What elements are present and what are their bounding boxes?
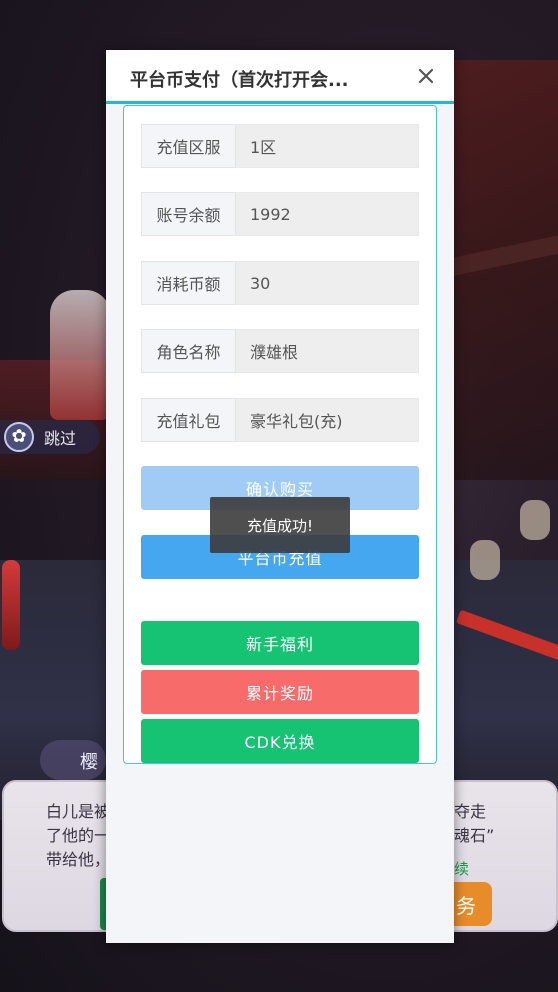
- cost-row: 消耗币额 30: [141, 261, 419, 305]
- cdk-redeem-button[interactable]: CDK兑换: [141, 719, 419, 763]
- success-toast: 充值成功!: [210, 497, 350, 553]
- skip-button[interactable]: ✿ 跳过: [0, 420, 100, 454]
- lantern: [470, 540, 500, 580]
- skip-label: 跳过: [44, 429, 77, 448]
- fox-character: [50, 290, 110, 420]
- cumulative-reward-button[interactable]: 累计奖励: [141, 670, 419, 714]
- speaker-name: 樱: [80, 752, 98, 773]
- modal-header: 平台币支付（首次打开会...: [106, 50, 454, 104]
- server-value: 1区: [236, 124, 419, 168]
- gift-label: 充值礼包: [141, 398, 236, 442]
- role-row: 角色名称 濮雄根: [141, 329, 419, 373]
- server-row: 充值区服 1区: [141, 124, 419, 168]
- gift-row: 充值礼包 豪华礼包(充): [141, 398, 419, 442]
- balance-row: 账号余额 1992: [141, 192, 419, 236]
- payment-modal: 平台币支付（首次打开会... 充值区服 1区 账号余额 1992 消耗币额 30…: [106, 50, 454, 943]
- newbie-welfare-button[interactable]: 新手福利: [141, 621, 419, 665]
- dialog-text-left: 白儿是被 了他的一 带给他，: [46, 800, 108, 872]
- cost-value: 30: [236, 261, 419, 305]
- dialog-line: 夺走: [454, 802, 487, 821]
- role-label: 角色名称: [141, 329, 236, 373]
- cost-label: 消耗币额: [141, 261, 236, 305]
- close-icon: [418, 68, 434, 84]
- dialog-line: 了他的一: [46, 826, 108, 845]
- red-tassel: [2, 560, 20, 650]
- dialog-line: 魂石”: [454, 826, 495, 845]
- dialog-line: 白儿是被: [46, 802, 108, 821]
- close-button[interactable]: [412, 62, 440, 90]
- gift-value: 豪华礼包(充): [236, 398, 419, 442]
- server-label: 充值区服: [141, 124, 236, 168]
- task-button[interactable]: 务: [454, 882, 492, 926]
- payment-form: 充值区服 1区 账号余额 1992 消耗币额 30 角色名称 濮雄根 充值礼包 …: [123, 105, 437, 764]
- sakura-icon: ✿: [4, 422, 34, 452]
- dialog-text-right: 夺走 魂石”: [454, 800, 554, 848]
- dialog-line: 带给他，: [46, 850, 108, 869]
- lantern: [520, 500, 550, 540]
- balance-label: 账号余额: [141, 192, 236, 236]
- role-value: 濮雄根: [236, 329, 419, 373]
- continue-link[interactable]: 续: [454, 858, 469, 879]
- modal-title: 平台币支付（首次打开会...: [130, 70, 349, 91]
- balance-value: 1992: [236, 192, 419, 236]
